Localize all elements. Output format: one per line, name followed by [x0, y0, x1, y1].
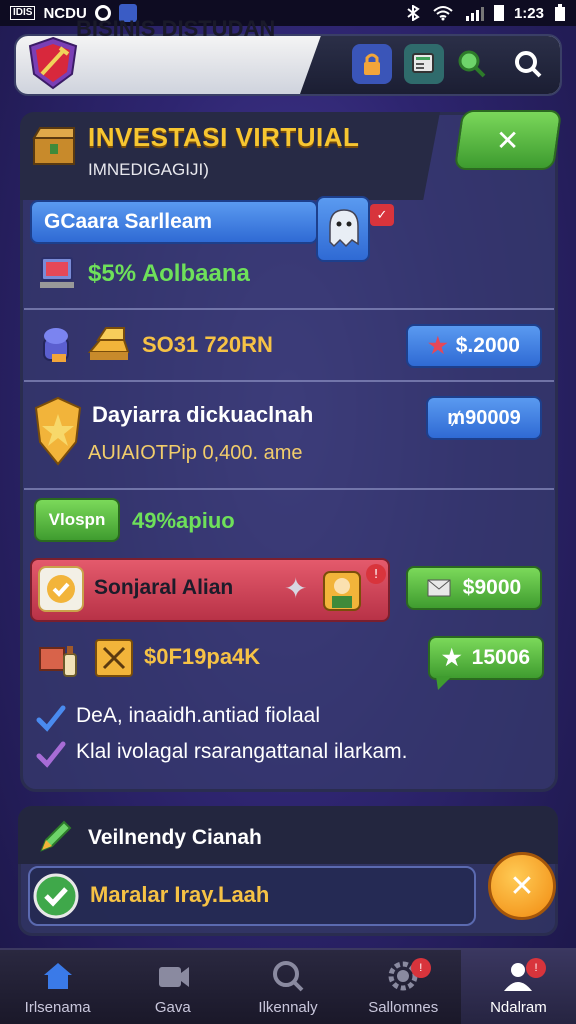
- gold-shield-icon: [34, 396, 82, 466]
- orange-action-button[interactable]: ✕: [488, 852, 556, 920]
- gold-price-label: $.2000: [455, 334, 520, 357]
- guild-shield-logo-icon: [28, 36, 78, 90]
- bottom-nav: Irlsenama Gava Ilkennaly Sallomnes ! Nda…: [0, 948, 576, 1024]
- secondary-title: Veilnendy Cianah: [88, 826, 262, 849]
- gold-amount-text: SO31 720RN: [142, 332, 273, 357]
- pink-price-label: $9000: [462, 576, 522, 599]
- shield-sub-text: AUIAIOTPip 0,400. ame: [88, 442, 303, 464]
- magnifier-green-icon: [458, 50, 486, 78]
- panel-subtitle: IMNEDIGAGIJI): [88, 160, 209, 179]
- pencil-icon: [40, 820, 72, 852]
- gift-value-text: $0F19pa4K: [144, 644, 261, 669]
- pink-bar-label: Sonjaral Alian: [94, 576, 234, 599]
- shield-price-button[interactable]: ₥90009: [426, 396, 542, 440]
- treasure-chest-icon: [32, 127, 75, 165]
- search-nav-icon: [273, 961, 304, 992]
- notification-dot-icon: !: [366, 564, 386, 584]
- status-box-label: IDIS: [10, 6, 36, 20]
- nav-home-label: Irlsenama: [24, 999, 91, 1016]
- star-white-icon: ★: [441, 645, 462, 670]
- sparkle-icon: ✦: [284, 572, 308, 605]
- tools-crate-icon: [95, 639, 133, 677]
- news-button[interactable]: [404, 44, 444, 84]
- row-divider: [24, 308, 554, 310]
- nav-settings-label: Sallomnes: [368, 999, 439, 1016]
- bluetooth-icon: [407, 5, 420, 21]
- sim-icon: [493, 5, 504, 21]
- envelope-icon: [427, 579, 451, 597]
- nav-profile-badge: !: [526, 958, 547, 978]
- star-price-button[interactable]: ★ 15006: [428, 636, 544, 680]
- signal-icon: [465, 7, 484, 21]
- check-line-2: Klal ivolagal rsarangattanal ilarkam.: [76, 740, 408, 763]
- camera-icon: [158, 967, 189, 987]
- secondary-field-text: Maralar Iray.Laah: [90, 882, 270, 907]
- character-portrait-icon: [323, 571, 361, 611]
- close-orange-icon: ✕: [509, 868, 535, 904]
- vio-pill-button[interactable]: Vlospn: [34, 498, 120, 542]
- alert-badge-icon: ✓: [370, 204, 394, 226]
- nav-search[interactable]: Ilkennaly: [230, 950, 345, 1024]
- nav-profile[interactable]: Ndalram !: [460, 950, 576, 1024]
- speech-tail-icon: [436, 676, 452, 690]
- search-icon: [515, 51, 542, 78]
- nav-game-label: Gava: [154, 999, 191, 1016]
- search-button[interactable]: [508, 44, 548, 84]
- gold-price-button[interactable]: ★ $.2000: [406, 324, 542, 368]
- checkmark-badge-icon: [38, 566, 84, 612]
- nav-game[interactable]: Gava: [115, 950, 230, 1024]
- home-icon: [43, 963, 72, 989]
- pink-price-button[interactable]: $9000: [406, 566, 542, 610]
- close-button[interactable]: ✕: [453, 110, 563, 170]
- purple-check-icon: [36, 741, 66, 768]
- app-title: BISINIS DISTUDAN: [76, 16, 276, 41]
- lock-icon: [364, 53, 380, 75]
- battery-icon: [555, 4, 565, 21]
- nav-search-label: Ilkennaly: [258, 999, 318, 1016]
- blue-check-icon: [36, 705, 66, 732]
- ghost-avatar-card[interactable]: [316, 196, 370, 262]
- close-icon: ✕: [496, 123, 520, 157]
- nav-profile-label: Ndalram: [490, 999, 547, 1016]
- potion-jar-icon: [43, 328, 69, 362]
- computer-icon: [40, 257, 74, 288]
- gold-bars-icon: [87, 327, 130, 360]
- find-button[interactable]: [452, 44, 492, 84]
- newspaper-icon: [412, 53, 434, 73]
- player-name-pill[interactable]: GCaara Sarlleam: [30, 200, 318, 244]
- vio-value-text: 49%apiuo: [132, 508, 235, 533]
- nav-home[interactable]: Irlsenama: [0, 950, 115, 1024]
- nav-settings-badge: !: [410, 958, 431, 978]
- star-icon: ★: [428, 333, 448, 358]
- check-line-1: DeA, inaaidh.antiad fiolaal: [76, 704, 321, 727]
- status-time: 1:23: [513, 4, 544, 22]
- panel-title: INVESTASI VIRTUIAL: [88, 122, 360, 152]
- wifi-icon: [433, 6, 453, 21]
- stat-percent-text: $5% Aolbaana: [88, 260, 250, 287]
- ghost-icon: [329, 209, 359, 248]
- star-price-label: 15006: [471, 646, 531, 669]
- bottle-gift-icon: [39, 646, 77, 677]
- green-check-circle-icon: [33, 873, 79, 919]
- lock-button[interactable]: [352, 44, 392, 84]
- nav-settings[interactable]: Sallomnes !: [346, 950, 461, 1024]
- row-divider: [24, 488, 554, 490]
- shield-title-text: Dayiarra dickuaclnah: [92, 402, 314, 427]
- row-divider: [24, 380, 554, 382]
